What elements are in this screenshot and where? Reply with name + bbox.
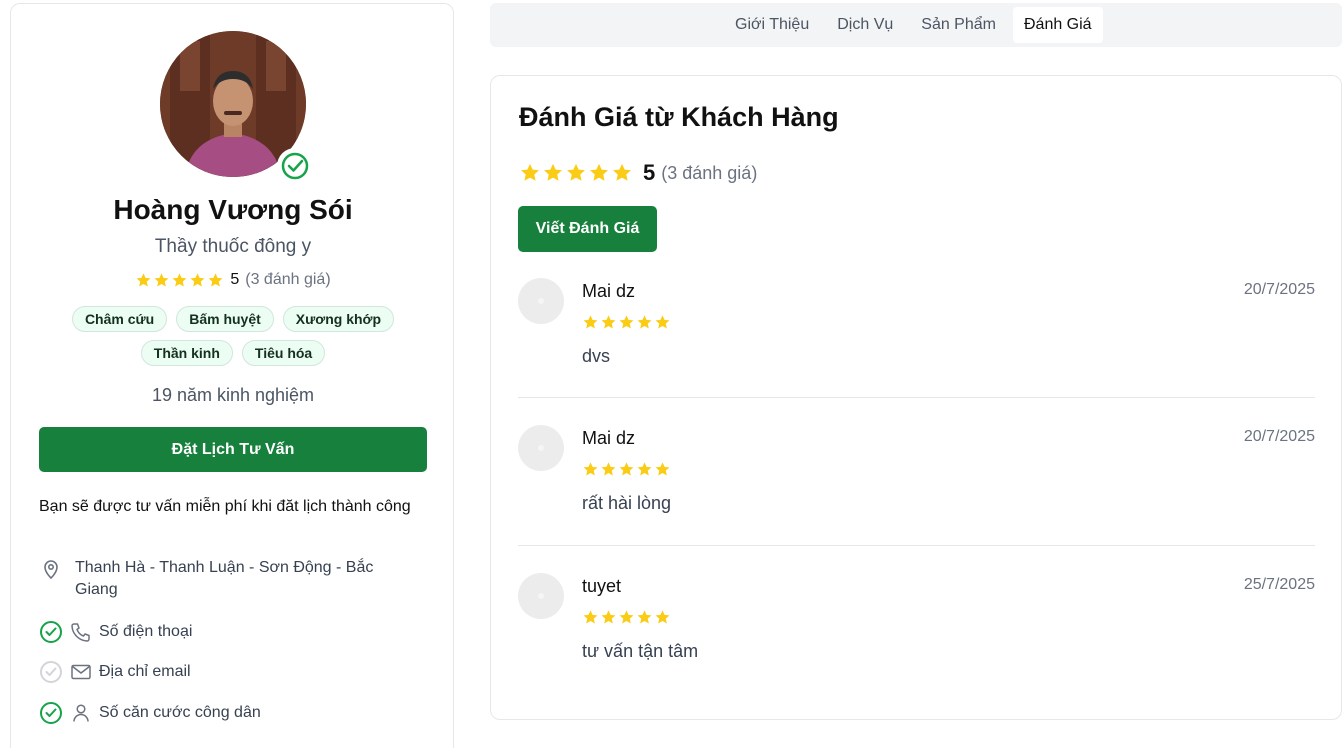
verified-check-icon	[281, 152, 309, 180]
verification-id: Số căn cước công dân	[39, 701, 261, 725]
reviewer-name: Mai dz	[582, 281, 636, 301]
star-icon	[583, 462, 598, 476]
review-text: dvs	[582, 346, 611, 366]
verification-email: Địa chỉ email	[39, 660, 191, 684]
profile-tabs: Giới Thiệu Dịch Vụ Sản Phẩm Đánh Giá	[490, 3, 1342, 47]
verification-label: Số căn cước công dân	[99, 704, 261, 721]
rating-count: (3 đánh giá)	[245, 271, 331, 288]
review-rating	[582, 461, 671, 483]
user-icon	[73, 704, 89, 722]
specialty-tag: Châm cứu	[71, 306, 168, 332]
review-text: rất hài lòng	[582, 493, 672, 513]
specialty-tag: Tiêu hóa	[241, 340, 326, 366]
profile-rating: 5 (3 đánh giá)	[11, 271, 455, 289]
star-icon	[613, 163, 631, 181]
verification-label: Số điện thoại	[99, 623, 193, 640]
specialty-tag: Thần kinh	[140, 340, 233, 366]
star-icon	[619, 610, 634, 624]
review-text: tư vấn tận tâm	[582, 641, 699, 661]
avatar-container	[160, 31, 313, 184]
verified-check-icon	[40, 702, 62, 724]
verified-badge	[277, 148, 313, 184]
star-icon	[190, 272, 205, 286]
reviewer-name: Mai dz	[582, 428, 636, 448]
reviewer-avatar	[518, 573, 564, 619]
star-icon	[637, 462, 652, 476]
star-icon	[601, 462, 616, 476]
star-icon	[544, 163, 562, 181]
unverified-check-icon	[40, 661, 62, 683]
profile-card: Hoàng Vương Sói Thầy thuốc đông y 5 (3 đ…	[10, 3, 454, 748]
star-icon	[154, 272, 169, 286]
average-rating: 5	[643, 160, 656, 185]
reviewer-avatar	[518, 278, 564, 324]
review-date: 25/7/2025	[1243, 576, 1315, 593]
star-icon	[601, 315, 616, 329]
specialty-tag: Bấm huyệt	[176, 306, 274, 332]
rating-stars	[519, 162, 633, 184]
star-icon	[637, 315, 652, 329]
star-icon	[655, 315, 670, 329]
tab-reviews[interactable]: Đánh Giá	[1012, 7, 1103, 43]
address-line-2: Giang	[75, 581, 118, 598]
specialty-tags-row-2: Thần kinh Tiêu hóa	[11, 340, 455, 366]
star-icon	[208, 272, 223, 286]
address-line-1: Thanh Hà - Thanh Luận - Sơn Động - Bắc	[75, 559, 374, 576]
free-consultation-note: Bạn sẽ được tư vấn miễn phí khi đăt lịch…	[39, 498, 411, 515]
star-icon	[619, 315, 634, 329]
star-icon	[136, 272, 151, 286]
reviews-card: Đánh Giá từ Khách Hàng 5 (3 đánh giá) Vi…	[490, 75, 1342, 720]
location-pin-icon	[44, 560, 58, 580]
rating-value: 5	[230, 271, 240, 288]
review-rating	[582, 609, 671, 631]
star-icon	[655, 610, 670, 624]
profile-title: Thầy thuốc đông y	[154, 236, 312, 257]
book-consultation-button[interactable]: Đặt Lịch Tư Vấn	[39, 427, 427, 472]
review-divider	[518, 545, 1315, 546]
star-icon	[583, 315, 598, 329]
tab-products[interactable]: Sản Phẩm	[910, 7, 1007, 43]
star-icon	[590, 163, 608, 181]
review-item: Mai dz 20/7/2025 dvs	[518, 278, 1315, 398]
star-icon	[567, 163, 585, 181]
verification-label: Địa chỉ email	[99, 663, 191, 680]
star-icon	[601, 610, 616, 624]
mail-icon	[71, 664, 91, 680]
write-review-button[interactable]: Viết Đánh Giá	[518, 206, 657, 252]
review-date: 20/7/2025	[1243, 281, 1315, 298]
star-icon	[619, 462, 634, 476]
review-item: tuyet 25/7/2025 tư vấn tận tâm	[518, 573, 1315, 693]
star-icon	[637, 610, 652, 624]
verified-check-icon	[40, 621, 62, 643]
reviewer-name: tuyet	[582, 576, 622, 596]
review-divider	[518, 397, 1315, 398]
star-icon	[521, 163, 539, 181]
phone-icon	[71, 623, 90, 642]
reviews-title: Đánh Giá từ Khách Hàng	[519, 102, 839, 132]
star-icon	[655, 462, 670, 476]
specialty-tag: Xương khớp	[282, 306, 395, 332]
star-icon	[172, 272, 187, 286]
address-row: Thanh Hà - Thanh Luận - Sơn Động - Bắc G…	[39, 557, 373, 601]
review-item: Mai dz 20/7/2025 rất hài lòng	[518, 425, 1315, 545]
review-date: 20/7/2025	[1243, 428, 1315, 445]
reviewer-avatar	[518, 425, 564, 471]
review-rating	[582, 314, 671, 336]
profile-name: Hoàng Vương Sói	[113, 194, 353, 225]
star-icon	[583, 610, 598, 624]
tab-services[interactable]: Dịch Vụ	[826, 7, 904, 43]
experience-years: 19 năm kinh nghiệm	[151, 385, 315, 405]
review-count: (3 đánh giá)	[661, 162, 758, 183]
verification-phone: Số điện thoại	[39, 620, 192, 644]
reviews-summary: 5 (3 đánh giá)	[519, 160, 757, 186]
tab-introduction[interactable]: Giới Thiệu	[724, 7, 820, 43]
specialty-tags-row-1: Châm cứu Bấm huyệt Xương khớp	[11, 306, 455, 332]
rating-stars	[135, 272, 224, 289]
